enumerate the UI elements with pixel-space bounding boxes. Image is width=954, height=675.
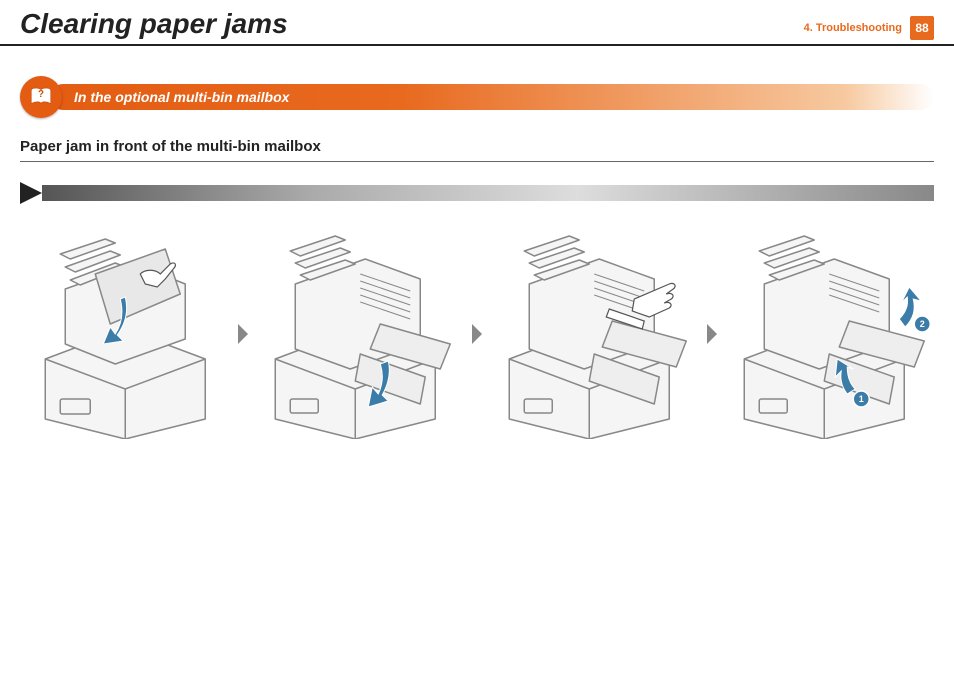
step-sequence: 2 1 xyxy=(20,229,934,439)
step-1-illustration xyxy=(20,229,231,439)
callout-1: 1 xyxy=(858,394,863,404)
page-title: Clearing paper jams xyxy=(20,8,288,40)
svg-text:?: ? xyxy=(38,89,44,100)
book-question-icon: ? xyxy=(20,76,62,118)
section-heading-bar: ? In the optional multi-bin mailbox xyxy=(20,76,934,118)
header-right: 4. Troubleshooting 88 xyxy=(804,8,934,40)
arrow-head-icon xyxy=(20,182,42,204)
step-separator-icon xyxy=(471,324,483,344)
arrow-body xyxy=(42,185,934,201)
page-number-badge: 88 xyxy=(910,16,934,40)
chapter-label: 4. Troubleshooting xyxy=(804,22,902,34)
step-4-illustration: 2 1 xyxy=(724,229,935,439)
section-title: In the optional multi-bin mailbox xyxy=(50,84,934,110)
step-2-illustration xyxy=(255,229,466,439)
step-separator-icon xyxy=(706,324,718,344)
step-3-illustration xyxy=(489,229,700,439)
callout-2: 2 xyxy=(919,319,924,329)
subsection-heading: Paper jam in front of the multi-bin mail… xyxy=(20,138,934,162)
page-header: Clearing paper jams 4. Troubleshooting 8… xyxy=(0,0,954,46)
step-separator-icon xyxy=(237,324,249,344)
progress-arrow-bar xyxy=(20,182,934,204)
